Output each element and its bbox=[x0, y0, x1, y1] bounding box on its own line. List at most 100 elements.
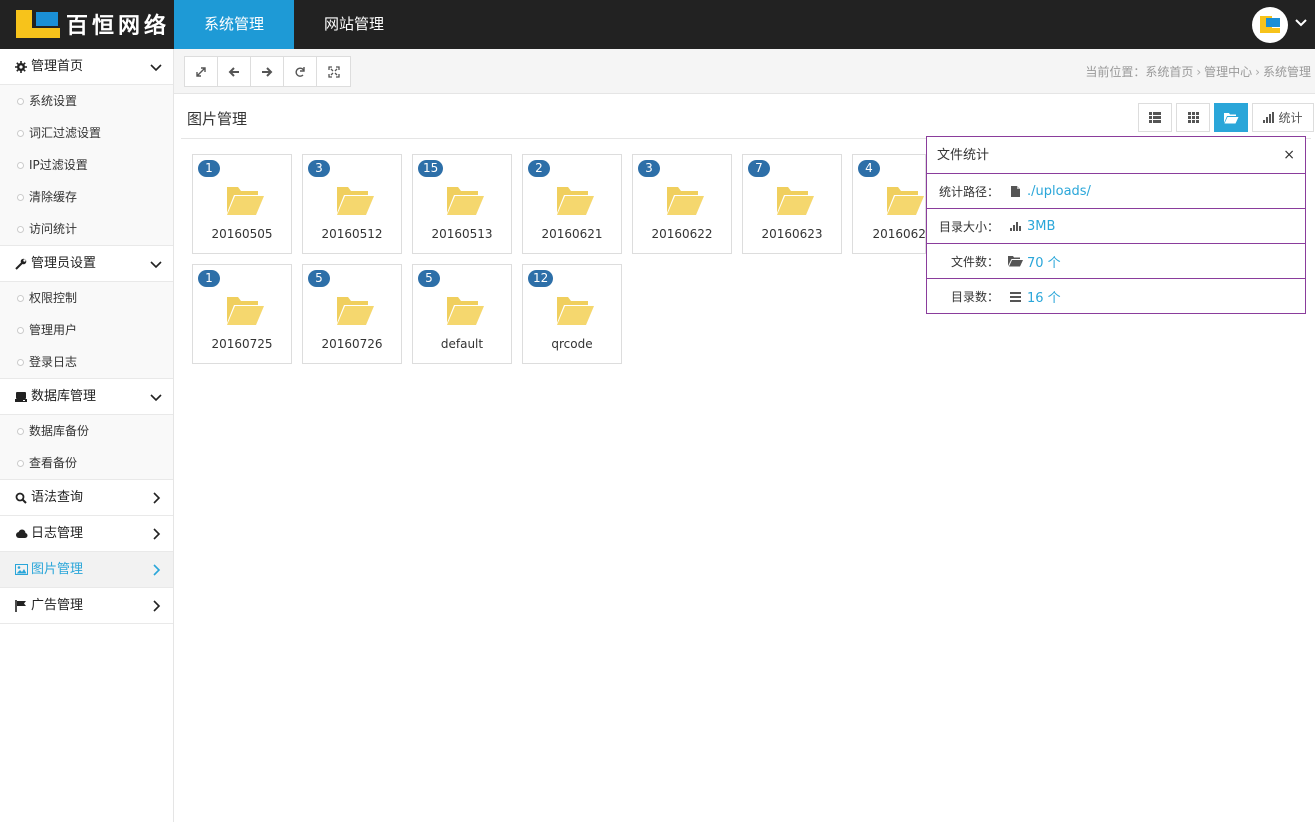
sidebar-item-word-filter[interactable]: 词汇过滤设置 bbox=[0, 117, 173, 149]
stats-value: 3MB bbox=[1027, 218, 1056, 234]
stats-row-path: 统计路径： ./uploads/ bbox=[927, 174, 1305, 209]
folder-tile[interactable]: 12 qrcode bbox=[522, 264, 622, 364]
list-icon bbox=[1005, 291, 1025, 302]
sidebar-group-database[interactable]: 数据库管理 bbox=[0, 379, 173, 415]
folder-tile[interactable]: 5 20160726 bbox=[302, 264, 402, 364]
list-view-button[interactable] bbox=[1138, 103, 1172, 132]
sidebar-item-system-settings[interactable]: 系统设置 bbox=[0, 85, 173, 117]
chevron-right-icon bbox=[153, 564, 161, 576]
breadcrumb: 当前位置： 系统首页 › 管理中心 › 系统管理 bbox=[1085, 63, 1311, 80]
refresh-icon[interactable] bbox=[284, 57, 317, 86]
stats-value: 16 个 bbox=[1027, 291, 1061, 306]
wrench-icon bbox=[14, 257, 28, 271]
sidebar-group-ads[interactable]: 广告管理 bbox=[0, 588, 173, 624]
folder-open-icon bbox=[227, 187, 264, 215]
sidebar-item-clear-cache[interactable]: 清除缓存 bbox=[0, 181, 173, 213]
stats-value[interactable]: ./uploads/ bbox=[1027, 184, 1091, 199]
bar-chart-icon bbox=[1005, 221, 1025, 231]
sidebar: 管理首页 系统设置 词汇过滤设置 IP过滤设置 清除缓存 访问统计 管理员设置 … bbox=[0, 49, 174, 822]
logo-text: 百恒网络 bbox=[66, 13, 171, 39]
sidebar-group-admin[interactable]: 管理员设置 bbox=[0, 246, 173, 282]
breadcrumb-separator-icon: › bbox=[1196, 64, 1202, 79]
sidebar-group-label: 管理首页 bbox=[31, 58, 84, 74]
image-icon bbox=[14, 563, 28, 577]
sidebar-group-label: 图片管理 bbox=[31, 561, 84, 577]
file-stats-popup: 文件统计 × 统计路径： ./uploads/ 目录大小： 3MB 文件数： 7… bbox=[926, 136, 1306, 314]
folder-name: qrcode bbox=[551, 337, 593, 351]
sidebar-group-home[interactable]: 管理首页 bbox=[0, 49, 173, 85]
folder-open-icon bbox=[1224, 112, 1239, 123]
chevron-down-icon[interactable] bbox=[1294, 16, 1308, 30]
avatar[interactable] bbox=[1252, 7, 1288, 43]
folder-tile[interactable]: 5 default bbox=[412, 264, 512, 364]
folder-count-badge: 5 bbox=[418, 270, 440, 287]
folder-tile[interactable]: 1 20160725 bbox=[192, 264, 292, 364]
database-icon bbox=[14, 390, 28, 404]
tab-website-management[interactable]: 网站管理 bbox=[294, 0, 414, 49]
sidebar-item-login-log[interactable]: 登录日志 bbox=[0, 346, 173, 378]
page-title: 图片管理 bbox=[187, 110, 248, 128]
folder-name: 20160622 bbox=[651, 227, 713, 241]
sidebar-group-label: 管理员设置 bbox=[31, 255, 97, 271]
breadcrumb-item-center[interactable]: 管理中心 bbox=[1204, 63, 1252, 80]
folder-tile[interactable]: 2 20160621 bbox=[522, 154, 622, 254]
sidebar-item-db-backup[interactable]: 数据库备份 bbox=[0, 415, 173, 447]
folder-count-badge: 2 bbox=[528, 160, 550, 177]
folder-open-icon bbox=[887, 187, 924, 215]
breadcrumb-item-system[interactable]: 系统管理 bbox=[1263, 63, 1311, 80]
sidebar-item-ip-filter[interactable]: IP过滤设置 bbox=[0, 149, 173, 181]
chevron-down-icon bbox=[150, 64, 162, 72]
expand-icon[interactable] bbox=[185, 57, 218, 86]
folder-count-badge: 1 bbox=[198, 160, 220, 177]
sidebar-item-visit-stats[interactable]: 访问统计 bbox=[0, 213, 173, 245]
gear-icon bbox=[14, 60, 28, 74]
arrow-left-icon[interactable] bbox=[218, 57, 251, 86]
sidebar-group-logs[interactable]: 日志管理 bbox=[0, 516, 173, 552]
folder-name: 20160621 bbox=[541, 227, 603, 241]
sidebar-group-images[interactable]: 图片管理 bbox=[0, 552, 173, 588]
cloud-icon bbox=[14, 527, 28, 541]
breadcrumb-item-home[interactable]: 系统首页 bbox=[1145, 63, 1193, 80]
folder-tile[interactable]: 1 20160505 bbox=[192, 154, 292, 254]
sidebar-group-label: 数据库管理 bbox=[31, 388, 97, 404]
grid-view-button[interactable] bbox=[1176, 103, 1210, 132]
folder-count-badge: 15 bbox=[418, 160, 444, 177]
folder-open-icon bbox=[777, 187, 814, 215]
arrow-right-icon[interactable] bbox=[251, 57, 284, 86]
sidebar-item-view-backup[interactable]: 查看备份 bbox=[0, 447, 173, 479]
top-navbar: 百恒网络 系统管理 网站管理 bbox=[0, 0, 1315, 49]
tool-button-group bbox=[184, 56, 351, 87]
folder-tile[interactable]: 3 20160512 bbox=[302, 154, 402, 254]
folder-name: 20160725 bbox=[211, 337, 273, 351]
breadcrumb-separator-icon: › bbox=[1255, 64, 1260, 79]
sidebar-item-permissions[interactable]: 权限控制 bbox=[0, 282, 173, 314]
sidebar-sublist: 数据库备份 查看备份 bbox=[0, 415, 173, 480]
view-button-group: 统计 bbox=[1134, 103, 1314, 132]
stats-button[interactable]: 统计 bbox=[1252, 103, 1314, 132]
sidebar-group-label: 广告管理 bbox=[31, 597, 84, 613]
grid-icon bbox=[1187, 112, 1199, 123]
folder-name: 20160726 bbox=[321, 337, 383, 351]
sidebar-group-syntax-query[interactable]: 语法查询 bbox=[0, 480, 173, 516]
folder-open-icon bbox=[557, 187, 594, 215]
folder-tile[interactable]: 3 20160622 bbox=[632, 154, 732, 254]
folder-tile[interactable]: 15 20160513 bbox=[412, 154, 512, 254]
folder-view-button[interactable] bbox=[1214, 103, 1248, 132]
tab-system-management[interactable]: 系统管理 bbox=[174, 0, 294, 49]
folder-count-badge: 12 bbox=[528, 270, 554, 287]
folder-count-badge: 4 bbox=[858, 160, 880, 177]
stats-label: 统计路径： bbox=[938, 184, 999, 199]
folder-name: 20160513 bbox=[431, 227, 493, 241]
logo[interactable]: 百恒网络 bbox=[16, 9, 170, 39]
folder-tile[interactable]: 4 20160624 bbox=[852, 154, 926, 254]
folder-name: 20160624 bbox=[872, 227, 926, 241]
folder-tile[interactable]: 7 20160623 bbox=[742, 154, 842, 254]
sidebar-item-manage-users[interactable]: 管理用户 bbox=[0, 314, 173, 346]
close-icon[interactable]: × bbox=[1283, 137, 1295, 174]
sidebar-group-label: 日志管理 bbox=[31, 525, 84, 541]
stats-row-files: 文件数： 70 个 bbox=[927, 244, 1305, 279]
folder-count-badge: 3 bbox=[308, 160, 330, 177]
folder-open-icon bbox=[557, 297, 594, 325]
fullscreen-icon[interactable] bbox=[317, 57, 350, 86]
stats-label: 文件数： bbox=[950, 254, 999, 269]
